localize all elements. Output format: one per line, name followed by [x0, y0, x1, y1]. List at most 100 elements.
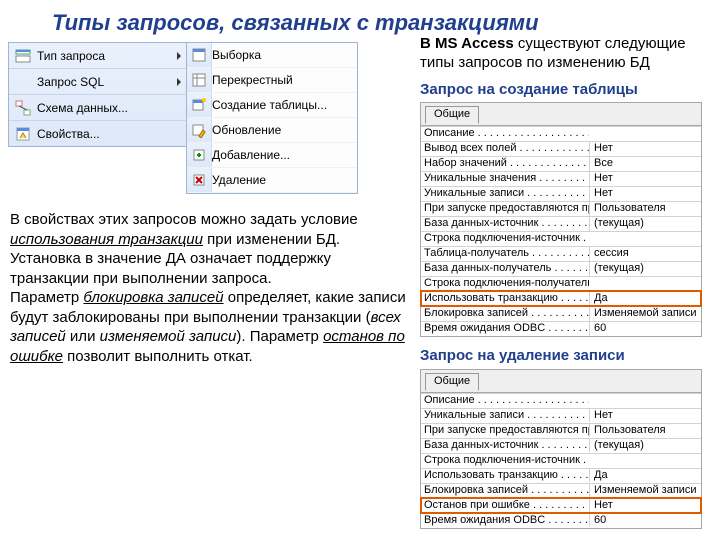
- schema-icon: [15, 100, 31, 116]
- menu-label: Запрос SQL: [37, 75, 104, 89]
- menu-label: Обновление: [212, 123, 281, 137]
- property-key: Время ожидания ODBC . . . . . . . . . .: [421, 514, 589, 528]
- property-key: Строка подключения-источник . . .: [421, 232, 589, 246]
- property-value[interactable]: Изменяемой записи: [589, 307, 701, 321]
- property-value[interactable]: Нет: [589, 172, 701, 186]
- property-value[interactable]: 60: [589, 514, 701, 528]
- property-row[interactable]: При запуске предоставляются права .Польз…: [421, 201, 701, 216]
- menu-label: Тип запроса: [37, 49, 105, 63]
- property-key: При запуске предоставляются права .: [421, 424, 589, 438]
- menu-label: Перекрестный: [212, 73, 293, 87]
- menu-item-querytype[interactable]: Тип запроса: [9, 43, 187, 69]
- chevron-right-icon: [177, 78, 181, 86]
- property-key: Блокировка записей . . . . . . . . . . .…: [421, 307, 589, 321]
- property-value[interactable]: Да: [589, 469, 701, 483]
- property-key: Блокировка записей . . . . . . . . . . .…: [421, 484, 589, 498]
- properties-icon: [15, 126, 31, 142]
- property-tab[interactable]: Общие: [421, 103, 701, 126]
- sub-item-append[interactable]: Добавление...: [187, 143, 357, 168]
- delete-icon: [191, 172, 207, 188]
- menu-label: Выборка: [212, 48, 261, 62]
- property-value[interactable]: 60: [589, 322, 701, 336]
- property-value[interactable]: (текущая): [589, 262, 701, 276]
- property-row[interactable]: База данных-источник . . . . . . . . . .…: [421, 216, 701, 231]
- property-key: Описание . . . . . . . . . . . . . . . .…: [421, 127, 589, 141]
- property-key: Описание . . . . . . . . . . . . . . . .…: [421, 394, 589, 408]
- property-key: Уникальные значения . . . . . . . . . .: [421, 172, 589, 186]
- sub-menu: Выборка Перекрестный Создание таблицы...…: [186, 42, 358, 194]
- property-key: Строка подключения-источник . . .: [421, 454, 589, 468]
- property-row[interactable]: Блокировка записей . . . . . . . . . . .…: [421, 306, 701, 321]
- property-key: При запуске предоставляются права .: [421, 202, 589, 216]
- property-row[interactable]: При запуске предоставляются права .Польз…: [421, 423, 701, 438]
- property-row[interactable]: Уникальные значения . . . . . . . . . .Н…: [421, 171, 701, 186]
- property-value[interactable]: сессия: [589, 247, 701, 261]
- property-key: Уникальные записи . . . . . . . . . . . …: [421, 187, 589, 201]
- property-value[interactable]: (текущая): [589, 439, 701, 453]
- property-row[interactable]: Строка подключения-получатель .: [421, 276, 701, 291]
- sub-item-maketable[interactable]: Создание таблицы...: [187, 93, 357, 118]
- property-value[interactable]: Изменяемой записи: [589, 484, 701, 498]
- property-value[interactable]: Пользователя: [589, 424, 701, 438]
- property-row[interactable]: Время ожидания ODBC . . . . . . . . . .6…: [421, 513, 701, 528]
- right-column: В MS Access существуют следующие типы за…: [420, 35, 710, 529]
- body-paragraph: В свойствах этих запросов можно задать у…: [10, 210, 410, 366]
- sub-item-select[interactable]: Выборка: [187, 43, 357, 68]
- main-menu: Тип запроса Запрос SQL Схема данных... С…: [8, 42, 188, 147]
- sub-item-crosstab[interactable]: Перекрестный: [187, 68, 357, 93]
- menu-item-schema[interactable]: Схема данных...: [9, 95, 187, 121]
- property-row[interactable]: Строка подключения-источник . . .: [421, 453, 701, 468]
- property-key: Уникальные записи . . . . . . . . . . . …: [421, 409, 589, 423]
- property-key: База данных-источник . . . . . . . . . .: [421, 217, 589, 231]
- menu-label: Свойства...: [37, 127, 100, 141]
- property-value[interactable]: Нет: [589, 187, 701, 201]
- property-value[interactable]: Все: [589, 157, 701, 171]
- section2-header: Запрос на удаление записи: [420, 347, 710, 366]
- query-type-icon: [15, 48, 31, 64]
- property-key: Использовать транзакцию . . . . . . .: [421, 292, 589, 306]
- property-value[interactable]: (текущая): [589, 217, 701, 231]
- property-row[interactable]: Время ожидания ODBC . . . . . . . . . .6…: [421, 321, 701, 336]
- property-key: Останов при ошибке . . . . . . . . . . .…: [421, 499, 589, 513]
- property-sheet-1: Общие Описание . . . . . . . . . . . . .…: [420, 102, 702, 337]
- property-row[interactable]: Строка подключения-источник . . .: [421, 231, 701, 246]
- property-row[interactable]: Уникальные записи . . . . . . . . . . . …: [421, 408, 701, 423]
- property-value[interactable]: Нет: [589, 409, 701, 423]
- menu-item-sql[interactable]: Запрос SQL: [9, 69, 187, 95]
- maketable-icon: [191, 97, 207, 113]
- sub-item-update[interactable]: Обновление: [187, 118, 357, 143]
- property-row[interactable]: Описание . . . . . . . . . . . . . . . .…: [421, 393, 701, 408]
- property-value[interactable]: Да: [589, 292, 701, 306]
- property-value[interactable]: Нет: [589, 499, 701, 513]
- property-row[interactable]: Останов при ошибке . . . . . . . . . . .…: [421, 498, 701, 513]
- property-row[interactable]: Таблица-получатель . . . . . . . . . . .…: [421, 246, 701, 261]
- section1-header: Запрос на создание таблицы: [420, 81, 710, 100]
- property-value[interactable]: Пользователя: [589, 202, 701, 216]
- property-key: Строка подключения-получатель .: [421, 277, 589, 291]
- update-icon: [191, 122, 207, 138]
- property-row[interactable]: Вывод всех полей . . . . . . . . . . . .…: [421, 141, 701, 156]
- menu-label: Схема данных...: [37, 101, 128, 115]
- property-key: Использовать транзакцию . . . . . . .: [421, 469, 589, 483]
- menu-item-properties[interactable]: Свойства...: [9, 121, 187, 146]
- intro-text: В MS Access существуют следующие типы за…: [420, 35, 710, 73]
- property-key: Набор значений . . . . . . . . . . . . .…: [421, 157, 589, 171]
- property-key: Время ожидания ODBC . . . . . . . . . .: [421, 322, 589, 336]
- sub-item-delete[interactable]: Удаление: [187, 168, 357, 193]
- property-value[interactable]: Нет: [589, 142, 701, 156]
- property-row[interactable]: Набор значений . . . . . . . . . . . . .…: [421, 156, 701, 171]
- chevron-right-icon: [177, 52, 181, 60]
- property-key: Таблица-получатель . . . . . . . . . . .…: [421, 247, 589, 261]
- property-key: База данных-источник . . . . . . . . . .: [421, 439, 589, 453]
- property-tab[interactable]: Общие: [421, 370, 701, 393]
- select-query-icon: [191, 47, 207, 63]
- property-row[interactable]: Уникальные записи . . . . . . . . . . . …: [421, 186, 701, 201]
- property-row[interactable]: Использовать транзакцию . . . . . . .Да: [421, 291, 701, 306]
- property-row[interactable]: Блокировка записей . . . . . . . . . . .…: [421, 483, 701, 498]
- property-key: База данных-получатель . . . . . . . .: [421, 262, 589, 276]
- property-row[interactable]: База данных-источник . . . . . . . . . .…: [421, 438, 701, 453]
- property-row[interactable]: База данных-получатель . . . . . . . .(т…: [421, 261, 701, 276]
- property-row[interactable]: Описание . . . . . . . . . . . . . . . .…: [421, 126, 701, 141]
- property-row[interactable]: Использовать транзакцию . . . . . . .Да: [421, 468, 701, 483]
- menu-label: Создание таблицы...: [212, 98, 327, 112]
